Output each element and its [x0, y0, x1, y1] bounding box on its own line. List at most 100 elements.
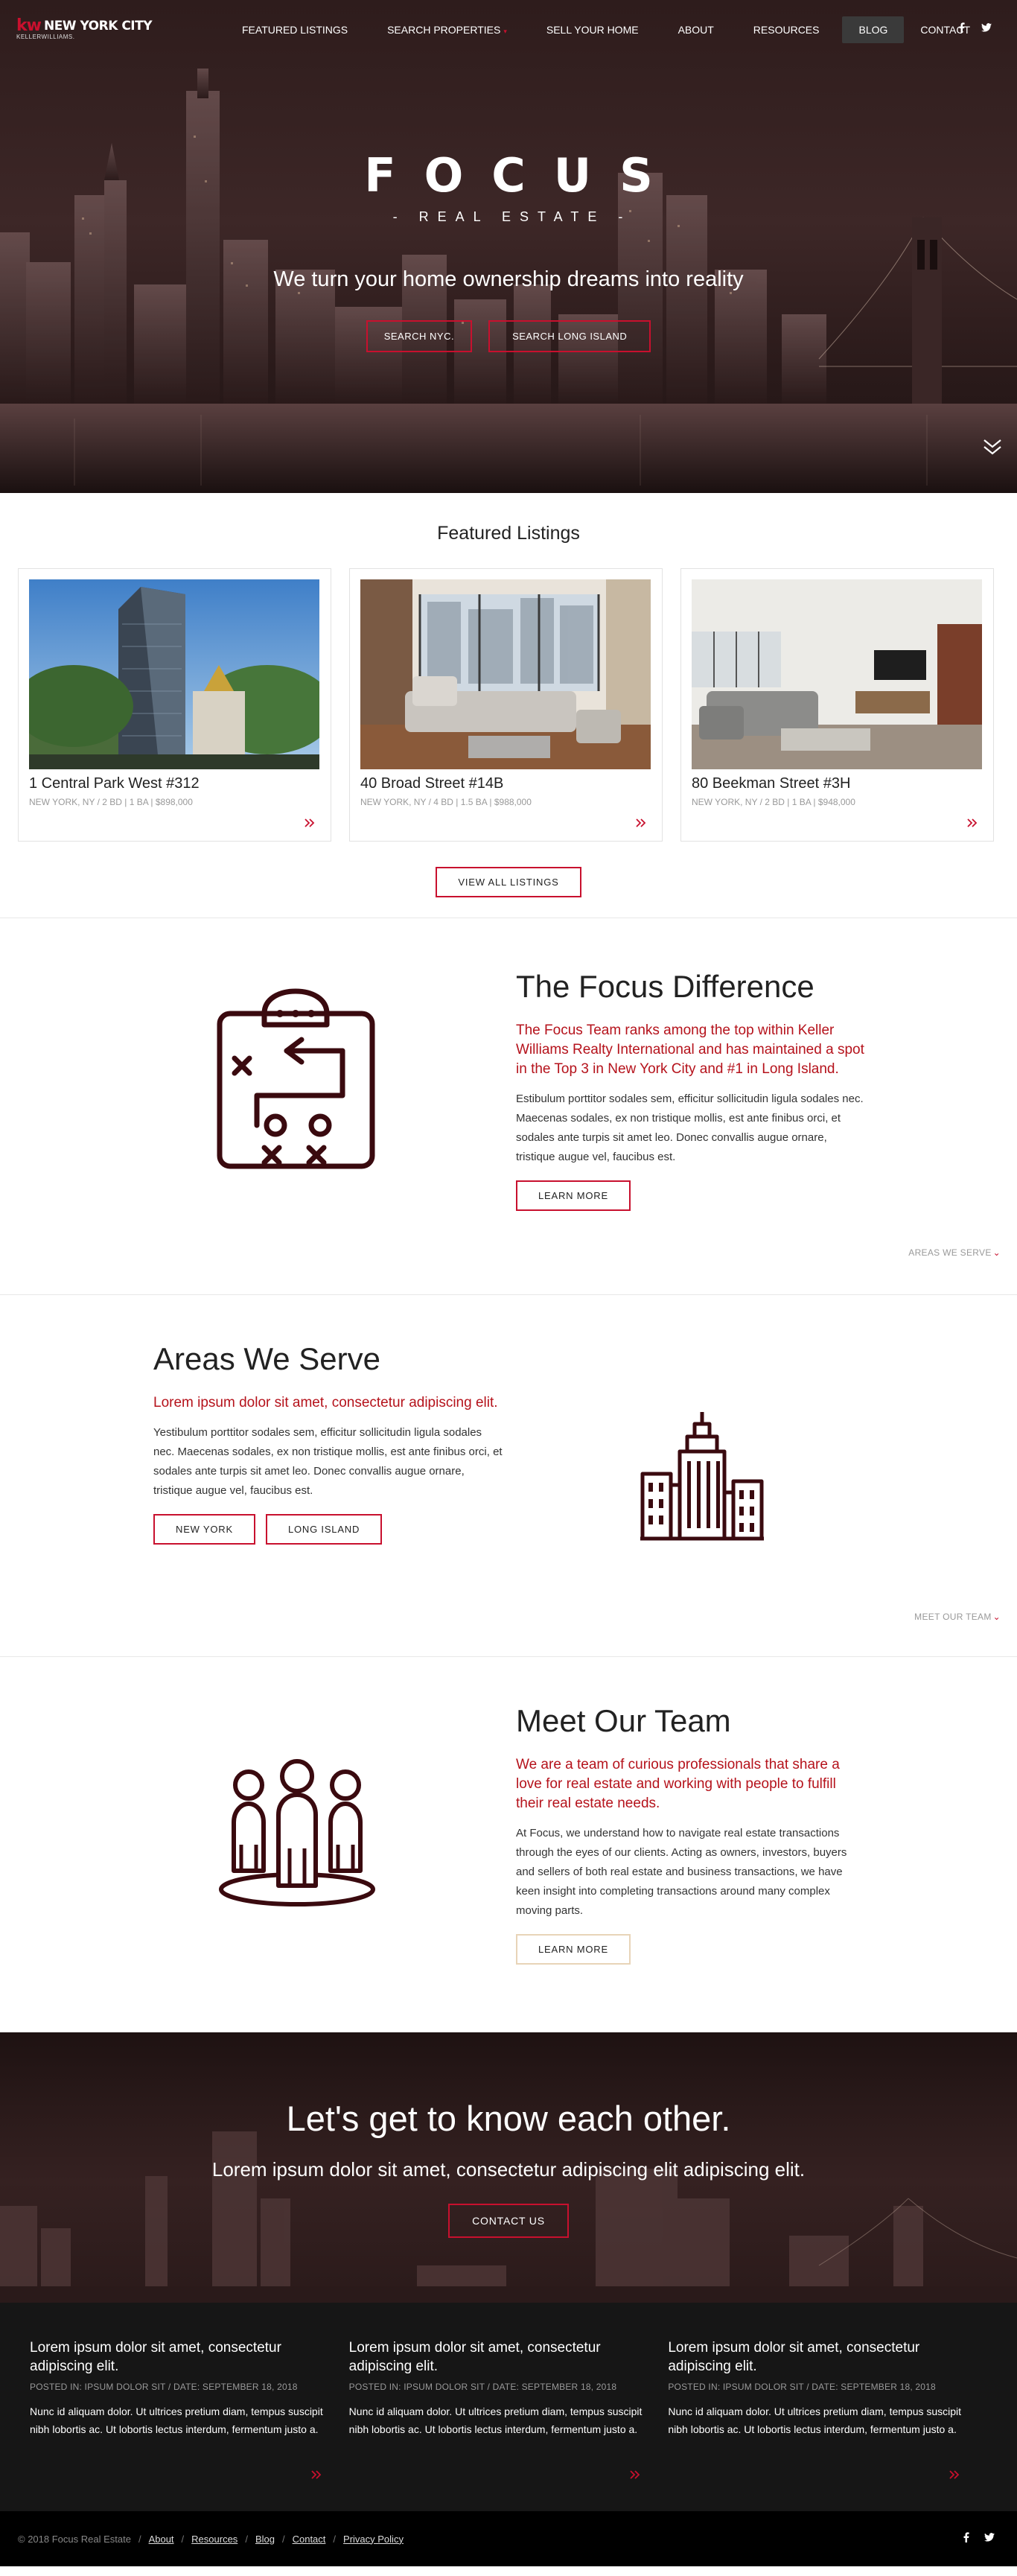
post-excerpt: Nunc id aliquam dolor. Ut ultrices preti…: [30, 2405, 323, 2435]
hero-buttons: SEARCH NYC. SEARCH LONG ISLAND: [0, 320, 1017, 352]
post-title[interactable]: Lorem ipsum dolor sit amet, consectetur …: [30, 2338, 327, 2376]
featured-listings-section: Featured Listings 1 Central Park West #3…: [0, 493, 1017, 917]
nav-resources[interactable]: RESOURCES: [753, 16, 820, 43]
meet-our-team-link-label: MEET OUR TEAM: [914, 1612, 992, 1622]
game-plan-clipboard-icon: [217, 988, 375, 1169]
footer-separator: /: [281, 2533, 285, 2545]
team-learn-more-button[interactable]: LEARN MORE: [516, 1934, 631, 1965]
footer-separator: /: [245, 2533, 248, 2545]
contact-us-button[interactable]: CONTACT US: [448, 2204, 569, 2238]
focus-difference-title: The Focus Difference: [516, 969, 814, 1004]
footer-link-about[interactable]: About: [149, 2534, 174, 2545]
areas-we-serve-link[interactable]: AREAS WE SERVE ⌄: [908, 1247, 1001, 1258]
twitter-icon[interactable]: [984, 2532, 995, 2546]
nav-search-properties[interactable]: SEARCH PROPERTIES ▾: [387, 16, 507, 43]
listing-card[interactable]: 80 Beekman Street #3H NEW YORK, NY / 2 B…: [680, 568, 994, 842]
nav-about[interactable]: ABOUT: [678, 16, 714, 43]
blog-post-card[interactable]: Lorem ipsum dolor sit amet, consectetur …: [668, 2338, 987, 2511]
long-island-button[interactable]: LONG ISLAND: [265, 1514, 383, 1545]
footer-link-resources[interactable]: Resources: [191, 2534, 237, 2545]
focus-difference-buttons: LEARN MORE: [516, 1180, 866, 1211]
chevron-down-icon: ▾: [503, 28, 507, 35]
listing-photo: [692, 579, 982, 769]
double-chevron-right-icon[interactable]: [304, 818, 316, 832]
facebook-icon[interactable]: [959, 22, 965, 36]
areas-content: Areas We Serve Lorem ipsum dolor sit ame…: [153, 1341, 503, 1545]
focus-difference-section: The Focus Difference The Focus Team rank…: [0, 918, 1017, 1294]
footer-link-contact[interactable]: Contact: [293, 2534, 326, 2545]
post-meta: POSTED IN: IPSUM DOLOR SIT / DATE: SEPTE…: [668, 2382, 936, 2392]
city-buildings-icon: [640, 1412, 764, 1541]
team-people-icon: [219, 1759, 375, 1906]
team-content: Meet Our Team We are a team of curious p…: [516, 1703, 866, 1965]
search-long-island-button[interactable]: SEARCH LONG ISLAND: [488, 320, 651, 352]
blog-posts-section: Lorem ipsum dolor sit amet, consectetur …: [0, 2303, 1017, 2511]
footer-separator: /: [333, 2533, 337, 2545]
areas-buttons: NEW YORK LONG ISLAND: [153, 1514, 503, 1545]
twitter-icon[interactable]: [981, 22, 992, 36]
listing-title[interactable]: 40 Broad Street #14B: [360, 775, 651, 792]
scroll-down-icon[interactable]: [983, 438, 1002, 459]
areas-body: Yestibulum porttitor sodales sem, effici…: [153, 1426, 503, 1497]
cta-subtitle: Lorem ipsum dolor sit amet, consectetur …: [211, 2158, 806, 2181]
facebook-icon[interactable]: [963, 2532, 969, 2546]
listing-card[interactable]: 40 Broad Street #14B NEW YORK, NY / 4 BD…: [349, 568, 663, 842]
post-title[interactable]: Lorem ipsum dolor sit amet, consectetur …: [668, 2338, 965, 2376]
post-meta: POSTED IN: IPSUM DOLOR SIT / DATE: SEPTE…: [348, 2382, 617, 2392]
listing-title[interactable]: 80 Beekman Street #3H: [692, 775, 983, 792]
listing-meta: NEW YORK, NY / 2 BD | 1 BA | $948,000: [692, 797, 855, 807]
search-nyc-button[interactable]: SEARCH NYC.: [366, 320, 473, 352]
double-chevron-right-icon[interactable]: [635, 818, 647, 832]
nav-featured-listings[interactable]: FEATURED LISTINGS: [242, 16, 348, 43]
logo-city-name: NEW YORK CITY: [43, 18, 153, 34]
contact-cta-section: Let's get to know each other. Lorem ipsu…: [0, 2032, 1017, 2303]
areas-title: Areas We Serve: [153, 1341, 381, 1376]
team-buttons: LEARN MORE: [516, 1934, 866, 1965]
double-chevron-right-icon[interactable]: [949, 2470, 960, 2484]
hero-title: FOCUS: [364, 148, 681, 203]
header-social: [959, 22, 992, 36]
listing-photo: [360, 579, 651, 769]
blog-post-card[interactable]: Lorem ipsum dolor sit amet, consectetur …: [349, 2338, 669, 2511]
listing-meta: NEW YORK, NY / 2 BD | 1 BA | $898,000: [29, 797, 193, 807]
brand-logo[interactable]: kw NEW YORK CITY KELLERWILLIAMS.: [16, 16, 153, 40]
logo-kw-mark: kw: [16, 16, 42, 35]
new-york-button[interactable]: NEW YORK: [153, 1514, 255, 1545]
listing-card[interactable]: 1 Central Park West #312 NEW YORK, NY / …: [18, 568, 331, 842]
post-title[interactable]: Lorem ipsum dolor sit amet, consectetur …: [349, 2338, 646, 2376]
double-chevron-right-icon[interactable]: [966, 818, 978, 832]
areas-we-serve-section: Areas We Serve Lorem ipsum dolor sit ame…: [0, 1295, 1017, 1656]
cta-title: Let's get to know each other.: [286, 2099, 731, 2138]
post-excerpt: Nunc id aliquam dolor. Ut ultrices preti…: [348, 2405, 643, 2435]
footer-social: [963, 2532, 995, 2546]
focus-difference-lead: The Focus Team ranks among the top withi…: [516, 1023, 864, 1077]
areas-lead: Lorem ipsum dolor sit amet, consectetur …: [153, 1395, 498, 1411]
listing-grid: 1 Central Park West #312 NEW YORK, NY / …: [0, 544, 1017, 842]
footer-separator: /: [138, 2533, 141, 2545]
hero-subtitle: - REAL ESTATE -: [392, 209, 632, 224]
double-chevron-down-icon: ⌄: [992, 1247, 1001, 1258]
post-excerpt: Nunc id aliquam dolor. Ut ultrices preti…: [668, 2405, 962, 2435]
nav-sell-your-home[interactable]: SELL YOUR HOME: [546, 16, 639, 43]
site-footer: © 2018 Focus Real Estate / About / Resou…: [0, 2511, 1017, 2566]
double-chevron-right-icon[interactable]: [629, 2470, 641, 2484]
double-chevron-right-icon[interactable]: [310, 2470, 322, 2484]
listing-title[interactable]: 1 Central Park West #312: [29, 775, 320, 792]
footer-link-privacy-policy[interactable]: Privacy Policy: [343, 2534, 404, 2545]
learn-more-button[interactable]: LEARN MORE: [516, 1180, 631, 1211]
blog-post-card[interactable]: Lorem ipsum dolor sit amet, consectetur …: [30, 2338, 349, 2511]
meet-our-team-link[interactable]: MEET OUR TEAM ⌄: [914, 1612, 1001, 1622]
nav-blog[interactable]: BLOG: [842, 16, 905, 43]
team-body: At Focus, we understand how to navigate …: [516, 1827, 847, 1917]
footer-link-blog[interactable]: Blog: [255, 2534, 275, 2545]
meet-our-team-section: Meet Our Team We are a team of curious p…: [0, 1657, 1017, 2032]
featured-listings-title: Featured Listings: [437, 523, 580, 544]
double-chevron-down-icon: ⌄: [992, 1612, 1001, 1622]
view-all-wrap: VIEW ALL LISTINGS: [0, 867, 1017, 897]
footer-links: © 2018 Focus Real Estate / About / Resou…: [18, 2534, 404, 2545]
team-lead: We are a team of curious professionals t…: [516, 1757, 840, 1811]
hero: kw NEW YORK CITY KELLERWILLIAMS. FEATURE…: [0, 0, 1017, 493]
view-all-listings-button[interactable]: VIEW ALL LISTINGS: [436, 867, 581, 897]
areas-we-serve-link-label: AREAS WE SERVE: [908, 1247, 992, 1258]
listing-photo: [29, 579, 319, 769]
